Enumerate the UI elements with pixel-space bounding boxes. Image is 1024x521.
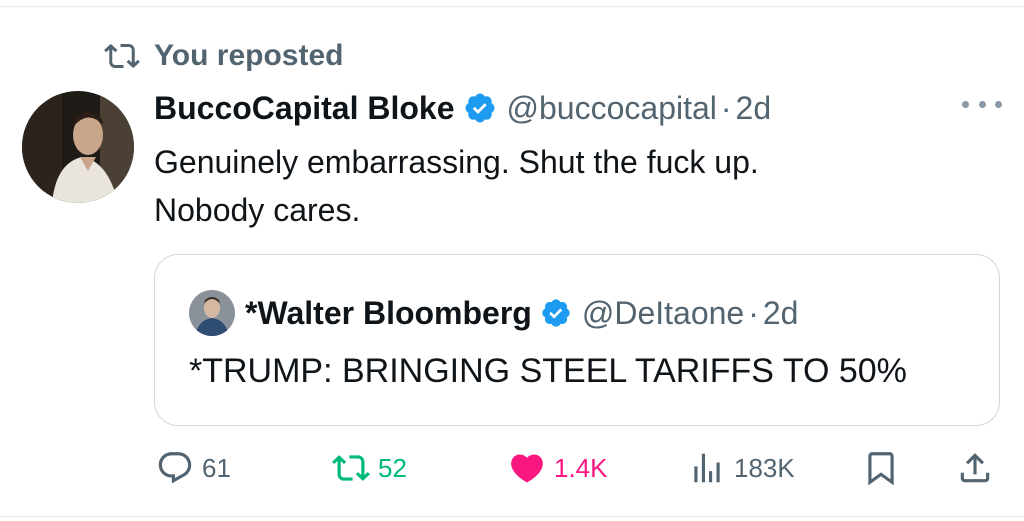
- quoted-author-avatar: [189, 290, 235, 336]
- separator-dot: ·: [720, 89, 732, 126]
- bottom-divider: [0, 516, 1024, 517]
- quoted-tweet-header: *Walter Bloomberg @DeItaone · 2d: [189, 290, 799, 336]
- tweet-text: Genuinely embarrassing. Shut the fuck up…: [154, 138, 974, 234]
- timestamp[interactable]: 2d: [736, 90, 772, 127]
- quoted-tweet-card[interactable]: *Walter Bloomberg @DeItaone · 2d *TRUMP:…: [154, 254, 1000, 426]
- reply-button[interactable]: 61: [156, 440, 231, 496]
- repost-label: You reposted: [154, 39, 344, 72]
- top-divider: [0, 6, 1024, 7]
- views-icon: [694, 453, 720, 483]
- bookmark-icon: [868, 452, 894, 486]
- quoted-tweet-text: *TRUMP: BRINGING STEEL TARIFFS TO 50%: [189, 352, 907, 390]
- repost-button[interactable]: 52: [332, 440, 407, 496]
- author-handle[interactable]: @buccocapital: [507, 90, 717, 127]
- repost-icon: [332, 455, 370, 481]
- share-icon: [960, 453, 990, 483]
- views-button[interactable]: 183K: [688, 440, 795, 496]
- quoted-timestamp: 2d: [762, 294, 799, 331]
- views-count: 183K: [734, 452, 795, 483]
- bookmark-button[interactable]: [862, 440, 900, 496]
- more-icon[interactable]: [962, 92, 1002, 116]
- repost-context[interactable]: You reposted: [104, 36, 343, 76]
- quoted-author-handle: @DeItaone: [581, 294, 745, 331]
- separator-dot: ·: [748, 294, 759, 331]
- heart-icon: [511, 454, 543, 483]
- repost-icon: [104, 43, 140, 69]
- verified-badge-icon: [464, 93, 495, 123]
- tweet-header: BuccoCapital Bloke @buccocapital · 2d: [154, 84, 771, 132]
- tweet-text-line: Genuinely embarrassing. Shut the fuck up…: [154, 144, 759, 180]
- author-name[interactable]: BuccoCapital Bloke: [154, 90, 455, 127]
- tweet-text-line: Nobody cares.: [154, 192, 361, 228]
- repost-count: 52: [378, 452, 407, 483]
- reply-icon: [158, 452, 192, 484]
- quoted-author-name: *Walter Bloomberg: [245, 294, 532, 331]
- action-bar: 61 52 1.4K 183K: [0, 440, 1024, 496]
- like-count: 1.4K: [554, 452, 608, 483]
- verified-badge-icon: [542, 299, 570, 327]
- share-button[interactable]: [956, 440, 994, 496]
- reply-count: 61: [202, 452, 231, 483]
- author-avatar[interactable]: [22, 91, 134, 203]
- like-button[interactable]: 1.4K: [508, 440, 608, 496]
